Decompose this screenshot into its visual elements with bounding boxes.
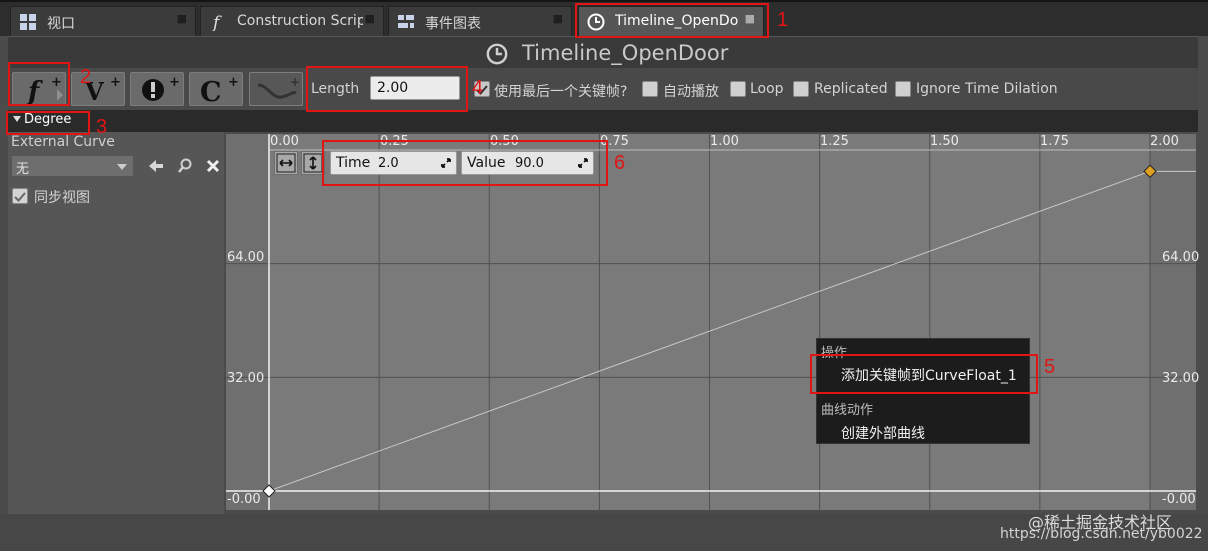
y-axis-label-left: 64.00 <box>227 250 265 265</box>
track-settings-panel: External Curve 无 同步视图 <box>8 132 224 514</box>
close-icon[interactable]: ■ <box>365 12 375 25</box>
sync-view-checkbox[interactable] <box>12 188 28 204</box>
y-axis-label-right: -0.00 <box>1162 492 1196 507</box>
add-color-track-button[interactable]: C + <box>189 72 243 107</box>
annotation-number: 6 <box>614 152 626 174</box>
function-icon: f <box>211 13 222 31</box>
add-curve-asset-button[interactable]: + <box>249 72 303 106</box>
annotation-box-6 <box>322 140 608 186</box>
annotation-number: 4 <box>472 77 484 99</box>
zoom-fit-horizontal-button[interactable] <box>274 151 298 175</box>
fit-horizontal-icon <box>276 153 296 173</box>
event-track-icon: + <box>142 75 180 101</box>
chevron-down-icon <box>117 164 127 170</box>
viewport-grid-icon <box>20 14 36 30</box>
ignore-time-dilation-checkbox[interactable] <box>895 81 911 97</box>
timeline-toolbar: f + V + + C + + Length 使用最后一个关键帧? 自动播放 <box>8 68 1198 110</box>
curve-asset-icon: + <box>257 75 300 99</box>
page-title: Timeline_OpenDoor <box>522 41 729 65</box>
use-last-keyframe-label: 使用最后一个关键帧? <box>494 84 628 100</box>
add-event-track-button[interactable]: + <box>130 72 184 106</box>
x-tick-label: 1.75 <box>1040 134 1069 149</box>
create-external-curve-menu-item[interactable]: 创建外部曲线 <box>841 423 925 443</box>
svg-text:+: + <box>169 75 180 90</box>
autoplay-checkbox[interactable] <box>642 81 658 97</box>
browse-search-icon[interactable] <box>176 158 194 174</box>
tab-label: 视口 <box>47 16 75 32</box>
color-track-icon: C + <box>200 75 239 107</box>
loop-checkbox[interactable] <box>730 81 746 97</box>
checkmark-icon <box>14 192 26 202</box>
graph-after-range-area <box>1150 134 1196 510</box>
annotation-box-5 <box>810 354 1038 394</box>
clear-close-icon[interactable] <box>205 158 221 174</box>
svg-text:+: + <box>110 75 121 90</box>
fit-vertical-icon <box>303 153 323 173</box>
track-header[interactable]: Degree <box>8 110 1198 132</box>
svg-text:+: + <box>228 75 239 90</box>
replicated-checkbox[interactable] <box>793 81 809 97</box>
clock-icon <box>486 43 508 65</box>
curve-graph-canvas[interactable] <box>226 134 1196 510</box>
y-axis-label-left: 32.00 <box>227 371 265 386</box>
annotation-number: 3 <box>96 116 108 138</box>
close-icon[interactable]: ■ <box>177 12 187 25</box>
annotation-box-1 <box>575 3 769 38</box>
x-tick-label: 1.00 <box>710 134 739 149</box>
x-tick-label: 1.50 <box>930 134 959 149</box>
x-tick-label: 1.25 <box>820 134 849 149</box>
x-tick-label: 2.00 <box>1150 134 1179 149</box>
watermark: @稀土掘金技术社区 <box>1028 513 1173 532</box>
annotation-box-3 <box>6 111 90 135</box>
annotation-box-2 <box>8 62 70 106</box>
curve-graph[interactable]: 0.00 0.25 0.50 0.75 1.00 1.25 1.50 1.75 … <box>226 134 1200 510</box>
x-tick-label: 0.00 <box>270 134 299 149</box>
tab-label: 事件图表 <box>425 16 481 32</box>
tab-label: Construction Script <box>237 13 363 29</box>
context-menu-section-curve-actions: 曲线动作 <box>821 403 874 418</box>
loop-label: Loop <box>750 81 784 97</box>
annotation-number: 2 <box>80 66 92 88</box>
annotation-number: 1 <box>777 9 789 31</box>
external-curve-dropdown[interactable]: 无 <box>11 155 134 177</box>
svg-text:C: C <box>200 77 222 107</box>
tab-event-graph[interactable]: 事件图表 ■ <box>388 6 572 37</box>
timeline-title-bar: Timeline_OpenDoor <box>8 36 1198 69</box>
tab-construction-script[interactable]: f Construction Script ■ <box>200 6 384 37</box>
y-axis-label-right: 64.00 <box>1162 250 1200 265</box>
graph-before-range-area <box>226 134 269 510</box>
use-selected-asset-arrow-icon[interactable] <box>147 158 165 174</box>
svg-text:+: + <box>290 75 300 89</box>
y-axis-label-left: -0.00 <box>227 492 261 507</box>
event-graph-icon <box>398 15 414 28</box>
external-curve-value: 无 <box>16 162 30 177</box>
annotation-number: 5 <box>1044 356 1056 378</box>
sync-view-label: 同步视图 <box>34 190 90 206</box>
svg-text:f: f <box>211 13 222 31</box>
autoplay-label: 自动播放 <box>663 84 719 100</box>
annotation-box-4 <box>306 66 468 112</box>
tab-viewport[interactable]: 视口 ■ <box>10 6 196 37</box>
ignore-time-dilation-label: Ignore Time Dilation <box>916 81 1058 97</box>
y-axis-label-right: 32.00 <box>1162 371 1200 386</box>
replicated-label: Replicated <box>814 81 888 97</box>
close-icon[interactable]: ■ <box>553 12 563 25</box>
